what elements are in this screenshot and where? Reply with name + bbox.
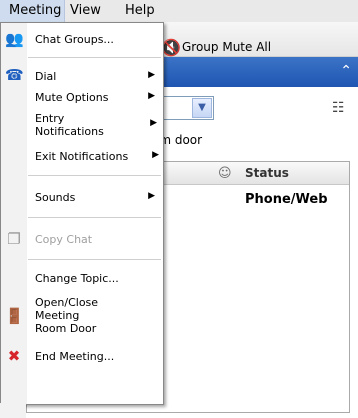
meeting-menu-dropdown: 👥 Chat Groups... ☎ Dial ▶ Mute Options ▶… [0, 22, 164, 405]
group-mute-all-button[interactable]: Group Mute All [182, 40, 271, 54]
submenu-arrow-icon: ▶ [152, 150, 159, 160]
people-group-icon: 👥 [5, 30, 24, 48]
menu-item-entry-notifications[interactable]: Entry Notifications ▶ [1, 109, 163, 143]
menu-item-exit-notifications[interactable]: Exit Notifications ▶ [1, 145, 163, 169]
status-column-header[interactable]: Status [245, 166, 289, 180]
menu-item-change-topic[interactable]: Change Topic... [1, 268, 163, 290]
menu-item-chat-groups[interactable]: 👥 Chat Groups... [1, 27, 163, 51]
menu-view[interactable]: View [70, 3, 101, 18]
menu-item-open-close-door[interactable]: 🚪 Open/Close Meeting Room Door [1, 294, 163, 342]
menu-separator [28, 259, 161, 260]
menu-item-end-meeting[interactable]: ✖ End Meeting... [1, 345, 163, 369]
menu-item-dial[interactable]: ☎ Dial ▶ [1, 64, 163, 88]
filter-list-icon[interactable]: ☷ [332, 100, 345, 116]
window-left-strip [0, 403, 26, 418]
submenu-arrow-icon: ▶ [148, 91, 155, 101]
menu-meeting[interactable]: Meeting [9, 3, 61, 18]
chevron-down-icon[interactable]: ▼ [192, 98, 212, 118]
collapse-icon[interactable]: ⌃ [340, 63, 352, 79]
menu-help[interactable]: Help [125, 3, 155, 18]
door-icon: 🚪 [5, 307, 24, 325]
phone-icon: ☎ [5, 66, 24, 84]
menu-item-copy-chat: ❐ Copy Chat [1, 225, 163, 255]
red-x-icon: ✖ [7, 347, 21, 365]
submenu-arrow-icon: ▶ [148, 70, 155, 80]
menu-item-mute-options[interactable]: Mute Options ▶ [1, 87, 163, 107]
copy-icon: ❐ [7, 230, 21, 248]
submenu-arrow-icon: ▶ [148, 191, 155, 201]
participant-status-cell: Phone/Web [245, 192, 328, 207]
menu-separator [28, 175, 161, 176]
menu-separator [28, 57, 161, 58]
smiley-column-icon[interactable]: ☺ [218, 166, 232, 181]
menu-separator [28, 217, 161, 218]
menubar: Meeting View Help [0, 0, 358, 23]
menu-item-sounds[interactable]: Sounds ▶ [1, 183, 163, 213]
submenu-arrow-icon: ▶ [150, 118, 157, 128]
